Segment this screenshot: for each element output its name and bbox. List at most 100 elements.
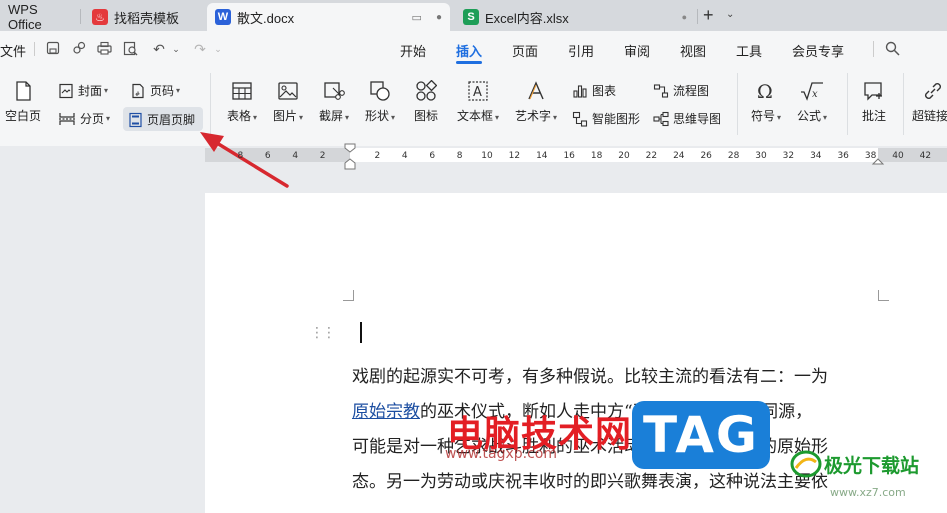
margin-corner-mark [343,290,354,301]
menu-member[interactable]: 会员专享 [792,41,844,60]
menu-file[interactable]: 文件 [0,41,26,60]
cover-button[interactable]: 封面 ▾ [58,82,108,99]
ruler-tick-label: 6 [264,151,271,161]
flowchart-button[interactable]: 流程图 [653,82,709,99]
smartart-icon [572,111,588,127]
menu-review[interactable]: 审阅 [624,41,650,60]
wordart-icon [528,81,544,100]
ruler-tick-label: 4 [292,151,299,161]
ruler-tick-label: 2 [374,151,381,161]
tab-document[interactable]: W 散文.docx ▭ ● [207,3,450,31]
ruler-right-margin [878,148,947,162]
undo-chevron-icon[interactable]: ⌄ [168,41,184,57]
table-icon [232,82,252,100]
page-break-button[interactable]: 分页 ▾ [58,110,110,127]
ruler-tick-label: 12 [508,151,521,161]
print-preview-icon[interactable] [122,41,138,57]
svg-text:A: A [473,85,482,100]
save-icon[interactable] [45,41,61,57]
mindmap-button[interactable]: 思维导图 [653,110,721,127]
drag-handle-icon[interactable]: ⋮⋮ [310,324,336,341]
tab-list-chevron-icon[interactable]: ⌄ [726,9,734,20]
watermark-url: www.tagxp.com [445,446,557,462]
ruler-tick-label: 6 [429,151,436,161]
word-doc-icon: W [215,9,231,25]
chevron-down-icon: ▾ [391,113,396,122]
page-number-button[interactable]: # 页码 ▾ [130,82,180,99]
menu-view[interactable]: 视图 [680,41,706,60]
chevron-down-icon: ▾ [176,86,181,95]
chevron-down-icon: ▾ [495,113,500,122]
divider [210,73,211,135]
screenshot-button[interactable]: 截屏 ▾ [314,80,354,124]
menu-tools[interactable]: 工具 [736,41,762,60]
divider [903,73,904,135]
chart-icon [573,84,587,98]
hyperlink-button[interactable]: 超链接 [912,80,947,124]
tab-excel[interactable]: S Excel内容.xlsx ● [455,3,695,31]
menu-page[interactable]: 页面 [512,41,538,60]
chevron-down-icon: ▾ [823,113,828,122]
picture-button[interactable]: 图片 ▾ [268,80,308,124]
jiguang-url: www.xz7.com [830,486,906,499]
new-tab-plus-icon[interactable]: + [703,5,714,26]
monitor-icon[interactable]: ▭ [412,11,422,24]
header-footer-icon [129,112,142,127]
active-menu-indicator [456,61,482,64]
divider [847,73,848,135]
chart-button[interactable]: 图表 [572,82,616,99]
chevron-down-icon: ▾ [106,114,111,123]
symbol-button[interactable]: Ω 符号 ▾ [746,80,786,124]
print-icon[interactable] [96,41,112,57]
header-footer-button[interactable]: 页眉页脚 [128,111,195,128]
blank-page-icon [16,81,31,101]
icon-button[interactable]: 图标 [406,80,446,124]
ruler-tick-label: 36 [837,151,849,161]
divider [737,73,738,135]
tab-label: 找稻壳模板 [114,10,180,26]
margin-corner-mark [878,290,889,301]
ruler-tick-label: 2 [319,151,326,161]
ruler-tick-label: 14 [536,151,548,161]
svg-text:Ω: Ω [757,81,773,102]
hyperlink-text[interactable]: 原始宗教 [352,402,420,422]
table-button[interactable]: 表格 ▾ [222,80,262,124]
tab-daoke-templates[interactable]: ♨ 找稻壳模板 [84,3,202,31]
text-cursor [360,322,362,343]
wordart-button[interactable]: 艺术字 ▾ [510,80,562,124]
undo-icon[interactable]: ↶ [151,41,167,57]
ruler-tick-label: 32 [782,151,795,161]
ruler-tick-label: 24 [673,151,685,161]
chevron-down-icon: ▾ [777,113,782,122]
ruler-tick-label: 30 [755,151,767,161]
textbox-button[interactable]: A 文本框 ▾ [452,80,504,124]
indent-marker-icon[interactable] [343,143,357,171]
excel-sheet-icon: S [463,9,479,25]
divider [873,41,874,57]
tab-dot-icon[interactable]: ● [682,12,687,22]
redo-icon[interactable]: ↷ [192,41,208,57]
tab-wps-office[interactable]: WPS Office [0,2,80,32]
shape-button[interactable]: 形状 ▾ [360,80,400,124]
ruler-tick-label: 42 [919,151,932,161]
formula-button[interactable]: x 公式 ▾ [792,80,832,124]
menu-reference[interactable]: 引用 [568,41,594,60]
search-icon[interactable] [884,41,900,57]
ruler-tick-label: 38 [864,151,877,161]
menu-insert[interactable]: 插入 [456,41,482,60]
smartart-button[interactable]: 智能图形 [572,110,640,127]
unsaved-dot-icon[interactable]: ● [436,12,442,23]
blank-page-button[interactable]: 空白页 [0,80,46,124]
menu-start[interactable]: 开始 [400,41,426,60]
tab-divider [697,9,698,24]
share-link-icon[interactable] [71,41,87,57]
omega-icon: Ω [757,81,773,102]
ruler-left-margin [205,148,350,162]
chevron-down-icon: ▾ [345,113,350,122]
paragraph-line: 戏剧的起源实不可考，有多种假说。比较主流的看法有二：一为 [352,367,828,387]
comment-button[interactable]: 批注 [856,80,892,124]
ruler-tick-label: 26 [700,151,712,161]
tab-divider [80,9,81,24]
tag-logo: TAG [632,401,770,469]
redo-chevron-icon[interactable]: ⌄ [210,41,226,57]
